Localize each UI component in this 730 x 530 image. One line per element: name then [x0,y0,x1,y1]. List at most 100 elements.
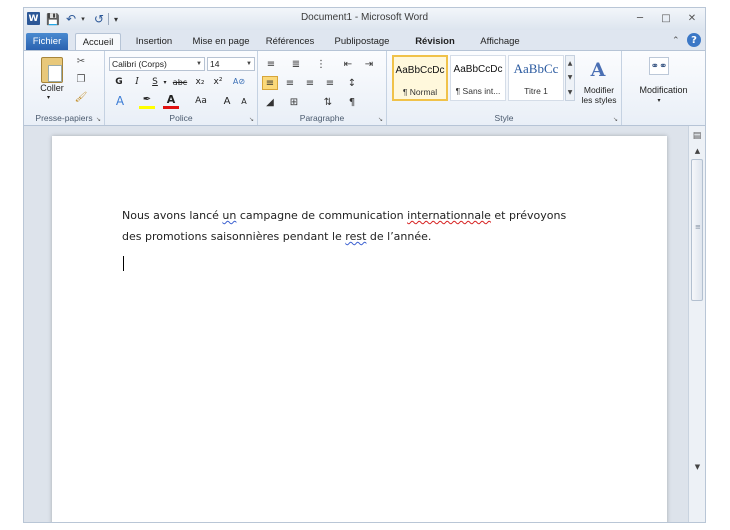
scroll-down-icon[interactable]: ▼ [692,462,703,472]
font-size-dropdown[interactable]: 14 ▼ [207,57,255,71]
cut-icon[interactable]: ✂ [74,55,88,68]
font-launcher-icon[interactable]: ↘ [249,116,254,123]
font-name-value: Calibri (Corps) [112,59,167,69]
line-spacing-icon[interactable]: ↕ [344,76,360,90]
scrollbar-thumb[interactable]: ≡ [691,159,703,301]
superscript-button[interactable]: x² [211,75,225,89]
clipboard-group: Coller ▾ ✂ ❐ 🖌 Presse-papiers ↘ [24,51,105,125]
ribbon: Coller ▾ ✂ ❐ 🖌 Presse-papiers ↘ Calibri … [24,50,705,126]
tab-file[interactable]: Fichier [26,33,68,50]
copy-icon[interactable]: ❐ [74,73,88,86]
format-painter-icon[interactable]: 🖌 [74,91,88,104]
text-effects-icon[interactable]: A [112,93,128,109]
style-name: Titre 1 [524,86,548,96]
text-cursor [123,256,124,271]
close-icon[interactable]: ✕ [683,11,701,26]
font-group-label: Police [169,113,193,123]
styles-launcher-icon[interactable]: ↘ [613,116,618,123]
tab-home[interactable]: Accueil [75,33,121,51]
increase-indent-icon[interactable]: ⇥ [361,57,377,71]
paragraph-launcher-icon[interactable]: ↘ [378,116,383,123]
paste-dropdown-icon[interactable]: ▾ [47,94,50,101]
word-window: W 💾 ↶ ▾ ↺ ▾ Document1 - Microsoft Word ─… [23,7,706,523]
italic-button[interactable]: I [130,75,144,89]
bullets-icon[interactable]: ≡ [263,57,279,71]
tab-page-layout[interactable]: Mise en page [188,33,254,50]
change-case-button[interactable]: Aa [191,93,211,109]
style-no-spacing[interactable]: AaBbCcDc ¶ Sans int... [450,55,506,101]
highlight-icon[interactable]: ✒ [139,93,155,109]
text-run: Nous avons lancé [122,209,223,222]
title-bar: W 💾 ↶ ▾ ↺ ▾ Document1 - Microsoft Word ─… [24,8,705,30]
chevron-down-icon[interactable]: ▼ [568,74,573,81]
editing-button[interactable]: Modification [626,85,701,95]
tab-references[interactable]: Références [262,33,318,50]
minimize-button[interactable]: ─ [631,11,649,26]
align-center-icon[interactable]: ≡ [282,76,298,90]
styles-group-label: Style [494,113,514,123]
scroll-up-icon[interactable]: ▲ [692,146,703,156]
collapse-ribbon-icon[interactable]: ⌃ [672,36,680,46]
grip-icon: ≡ [695,223,701,231]
style-sample: AaBbCcDc [453,64,503,75]
editing-dropdown-icon[interactable]: ▾ [656,97,662,104]
grammar-error-word[interactable]: un [222,209,236,222]
tab-insert[interactable]: Insertion [128,33,180,50]
tab-view[interactable]: Affichage [474,33,526,50]
strikethrough-button[interactable]: abc [171,75,189,89]
show-formatting-icon[interactable]: ¶ [344,95,360,109]
tab-review[interactable]: Révision [407,33,463,50]
underline-dropdown-icon[interactable]: ▾ [162,75,168,89]
shading-icon[interactable]: ◢ [262,95,278,109]
grow-font-button[interactable]: A [221,93,233,109]
numbering-icon[interactable]: ≣ [288,57,304,71]
paste-button[interactable]: Coller [30,83,74,93]
editing-group: ⚭⚭ Modification ▾ [622,51,705,125]
underline-button[interactable]: S [148,75,162,89]
chevron-up-icon[interactable]: ▲ [568,60,573,67]
style-normal[interactable]: AaBbCcDc ¶ Normal [392,55,448,101]
chevron-down-icon: ▼ [196,61,202,67]
more-styles-icon[interactable]: ▼ [568,89,573,96]
paragraph-group-label: Paragraphe [299,113,345,123]
spelling-error-word[interactable]: internationnale [407,209,491,222]
paste-icon[interactable] [41,57,63,83]
binoculars-icon[interactable]: ⚭⚭ [649,57,669,75]
clear-formatting-icon[interactable]: A⊘ [231,74,247,89]
bold-button[interactable]: G [112,75,126,89]
vertical-scrollbar[interactable]: ▤ ▲ ≡ ▼ [688,126,705,522]
clipboard-group-label: Presse-papiers [35,113,93,123]
style-heading-1[interactable]: AaBbCc Titre 1 [508,55,564,101]
shrink-font-button[interactable]: A [238,93,250,109]
subscript-button[interactable]: x₂ [193,75,207,89]
change-styles-button[interactable]: Modifier les styles [577,85,621,105]
change-styles-line2: les styles [581,95,617,105]
grammar-error-word[interactable]: rest [345,230,366,243]
help-icon[interactable]: ? [687,33,701,47]
sort-icon[interactable]: ⇅ [320,95,336,109]
view-ruler-icon[interactable]: ▤ [691,130,703,142]
decrease-indent-icon[interactable]: ⇤ [340,57,356,71]
styles-group: AaBbCcDc ¶ Normal AaBbCcDc ¶ Sans int...… [387,51,622,125]
font-color-button[interactable]: A [163,93,179,109]
font-name-dropdown[interactable]: Calibri (Corps) ▼ [109,57,205,71]
clipboard-launcher-icon[interactable]: ↘ [96,116,101,123]
styles-gallery-scroll[interactable]: ▲ ▼ ▼ [565,55,575,101]
ribbon-tab-bar: Fichier Accueil Insertion Mise en page R… [24,30,705,51]
maximize-button[interactable]: □ [657,11,675,26]
style-sample: AaBbCcDc [395,65,445,76]
align-left-icon[interactable]: ≡ [262,76,278,90]
window-title: Document1 - Microsoft Word [300,12,429,23]
tab-mailings[interactable]: Publipostage [330,33,394,50]
font-group: Calibri (Corps) ▼ 14 ▼ G I S ▾ abc x₂ x² A… [105,51,258,125]
style-name: ¶ Normal [402,87,438,97]
multilevel-list-icon[interactable]: ⋮ [313,57,329,71]
document-page[interactable]: Nous avons lancé un campagne de communic… [52,136,667,522]
text-run: campagne de communication [236,209,408,222]
change-styles-icon[interactable]: A [585,59,611,81]
justify-icon[interactable]: ≡ [322,76,338,90]
text-run: de l’année. [366,230,432,243]
align-right-icon[interactable]: ≡ [302,76,318,90]
borders-icon[interactable]: ⊞ [286,95,302,109]
document-paragraph[interactable]: Nous avons lancé un campagne de communic… [122,205,582,247]
